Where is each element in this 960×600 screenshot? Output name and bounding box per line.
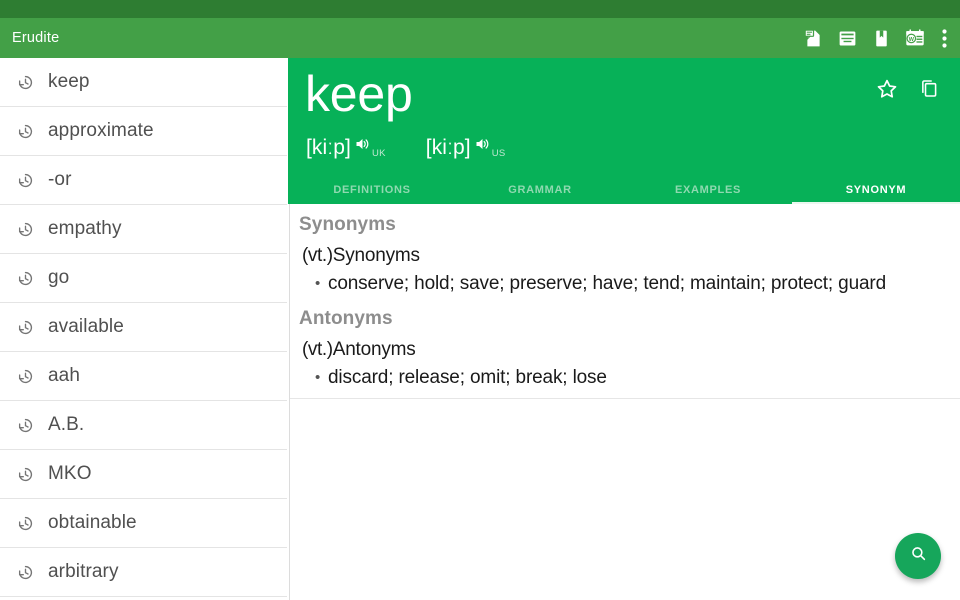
list-item[interactable]: empathy bbox=[0, 205, 287, 254]
list-item[interactable]: -or bbox=[0, 156, 287, 205]
history-icon bbox=[14, 267, 36, 289]
app-title: Erudite bbox=[12, 30, 796, 46]
section-divider bbox=[290, 398, 960, 399]
list-item-label: -or bbox=[48, 169, 72, 191]
section-title: Synonyms bbox=[290, 204, 960, 242]
region-label-us: US bbox=[492, 148, 506, 159]
svg-text:W: W bbox=[909, 37, 915, 43]
sense-heading: (vt.)Synonyms bbox=[302, 242, 960, 270]
speaker-icon[interactable] bbox=[474, 136, 491, 157]
list-item-label: go bbox=[48, 267, 69, 289]
page-title: keep bbox=[305, 62, 413, 126]
part-of-speech: (vt.) bbox=[302, 339, 333, 360]
history-icon bbox=[14, 414, 36, 436]
history-icon bbox=[14, 316, 36, 338]
history-icon bbox=[14, 120, 36, 142]
tab-definitions[interactable]: DEFINITIONS bbox=[288, 176, 456, 204]
search-icon bbox=[909, 544, 928, 568]
section-title: Antonyms bbox=[290, 298, 960, 336]
list-item[interactable]: MKO bbox=[0, 450, 287, 499]
tab-label: SYNONYM bbox=[846, 184, 907, 196]
list-item[interactable]: A.B. bbox=[0, 401, 287, 450]
copy-icon[interactable] bbox=[908, 68, 950, 110]
list-item[interactable]: arbitrary bbox=[0, 548, 287, 597]
pronunciation-us[interactable]: [kiːp] US bbox=[426, 136, 506, 160]
list-item[interactable]: available bbox=[0, 303, 287, 352]
history-sidebar[interactable]: keep approximate -or bbox=[0, 58, 287, 600]
tab-label: DEFINITIONS bbox=[333, 184, 410, 196]
region-label-uk: UK bbox=[372, 148, 386, 159]
sense-block: (vt.)Antonyms • discard; release; omit; … bbox=[290, 336, 960, 392]
list-item-label: obtainable bbox=[48, 512, 137, 534]
tab-synonym[interactable]: SYNONYM bbox=[792, 176, 960, 204]
history-icon bbox=[14, 561, 36, 583]
sense-block: (vt.)Synonyms • conserve; hold; save; pr… bbox=[290, 242, 960, 298]
list-item-label: arbitrary bbox=[48, 561, 119, 583]
speaker-icon[interactable] bbox=[354, 136, 371, 157]
list-item-label: empathy bbox=[48, 218, 122, 240]
card-list-icon[interactable] bbox=[830, 18, 864, 58]
list-item: • conserve; hold; save; preserve; have; … bbox=[302, 270, 960, 298]
favorite-star-icon[interactable] bbox=[866, 68, 908, 110]
bullet-icon: • bbox=[315, 270, 328, 298]
bullet-icon: • bbox=[315, 364, 328, 392]
word-of-the-day-calendar-icon[interactable]: W bbox=[898, 18, 932, 58]
synonyms-section: Synonyms (vt.)Synonyms • conserve; hold;… bbox=[290, 204, 960, 298]
sense-heading-text: Antonyms bbox=[333, 339, 416, 360]
status-bar bbox=[0, 0, 960, 18]
history-icon bbox=[14, 169, 36, 191]
erudite-dictionary-app: Erudite bbox=[0, 0, 960, 600]
word-header-actions bbox=[866, 68, 950, 110]
list-item[interactable]: obtainable bbox=[0, 499, 287, 548]
list-item: • discard; release; omit; break; lose bbox=[302, 364, 960, 392]
list-item-label: aah bbox=[48, 365, 80, 387]
word-header: keep [kiːp] UK [kiːp] bbox=[288, 58, 960, 180]
history-icon bbox=[14, 71, 36, 93]
tab-bar: DEFINITIONS GRAMMAR EXAMPLES SYNONYM bbox=[288, 176, 960, 204]
list-item-label: MKO bbox=[48, 463, 92, 485]
content-panel: Synonyms (vt.)Synonyms • conserve; hold;… bbox=[289, 204, 960, 600]
synonyms-text: conserve; hold; save; preserve; have; te… bbox=[328, 270, 886, 298]
list-item-label: available bbox=[48, 316, 124, 338]
list-item-label: approximate bbox=[48, 120, 154, 142]
list-item[interactable]: go bbox=[0, 254, 287, 303]
antonyms-text: discard; release; omit; break; lose bbox=[328, 364, 607, 392]
list-item[interactable]: aah bbox=[0, 352, 287, 401]
app-bar-actions: W bbox=[796, 18, 960, 58]
tab-label: GRAMMAR bbox=[508, 184, 572, 196]
overflow-menu-icon[interactable] bbox=[932, 18, 956, 58]
ipa-text: [kiːp] bbox=[306, 136, 351, 160]
antonyms-section: Antonyms (vt.)Antonyms • discard; releas… bbox=[290, 298, 960, 399]
app-bar: Erudite bbox=[0, 18, 960, 58]
tab-examples[interactable]: EXAMPLES bbox=[624, 176, 792, 204]
note-document-icon[interactable] bbox=[796, 18, 830, 58]
history-icon bbox=[14, 218, 36, 240]
tab-label: EXAMPLES bbox=[675, 184, 741, 196]
history-icon bbox=[14, 463, 36, 485]
pronunciation-group: [kiːp] UK [kiːp] bbox=[306, 136, 546, 160]
list-item[interactable]: approximate bbox=[0, 107, 287, 156]
list-item-label: A.B. bbox=[48, 414, 84, 436]
bookmark-book-icon[interactable] bbox=[864, 18, 898, 58]
search-fab[interactable] bbox=[895, 533, 941, 579]
pronunciation-uk[interactable]: [kiːp] UK bbox=[306, 136, 386, 160]
sense-heading-text: Synonyms bbox=[333, 245, 420, 266]
history-icon bbox=[14, 365, 36, 387]
part-of-speech: (vt.) bbox=[302, 245, 333, 266]
list-item[interactable]: keep bbox=[0, 58, 287, 107]
tab-grammar[interactable]: GRAMMAR bbox=[456, 176, 624, 204]
sense-heading: (vt.)Antonyms bbox=[302, 336, 960, 364]
list-item-label: keep bbox=[48, 71, 90, 93]
ipa-text: [kiːp] bbox=[426, 136, 471, 160]
history-icon bbox=[14, 512, 36, 534]
